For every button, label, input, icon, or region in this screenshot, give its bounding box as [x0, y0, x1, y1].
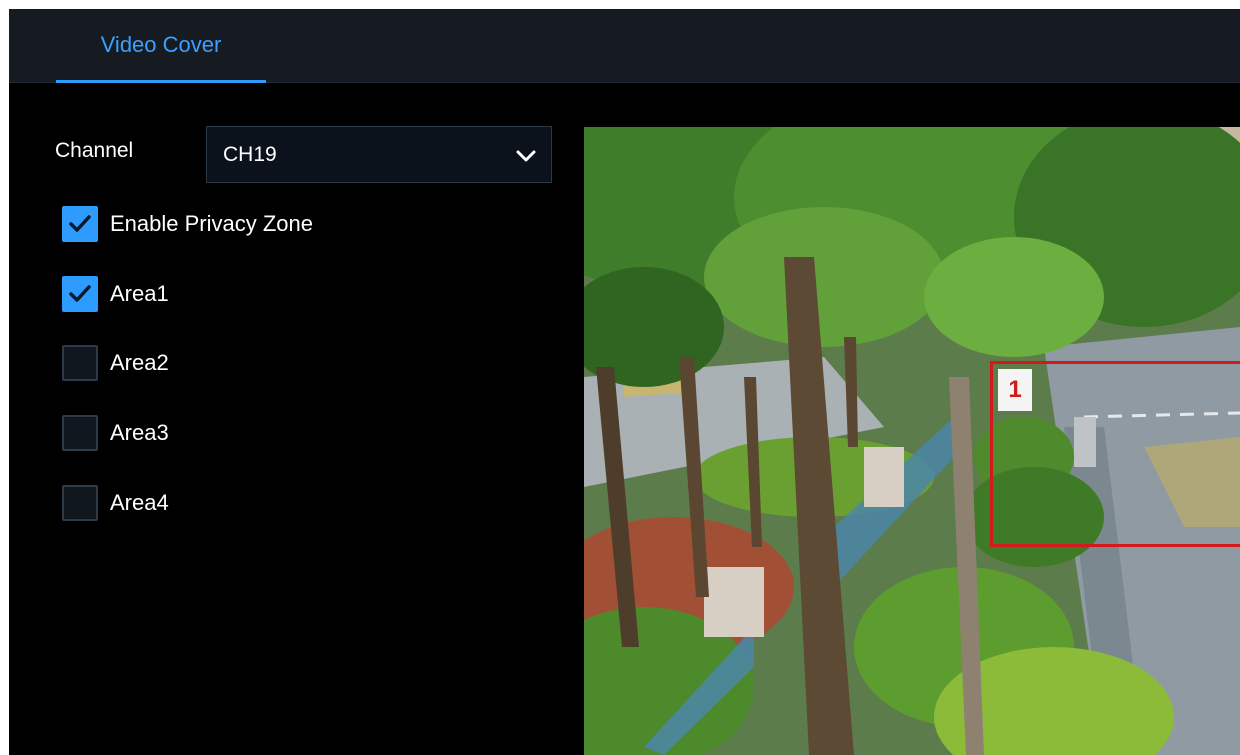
active-tab-indicator [56, 80, 266, 83]
privacy-zone-area1[interactable]: 1 [990, 361, 1240, 547]
tab-bar: Video Cover [9, 9, 1240, 83]
area2-checkbox[interactable] [62, 345, 98, 381]
area3-label: Area3 [110, 420, 169, 445]
camera-preview[interactable]: 1 [584, 127, 1240, 755]
area1-label: Area1 [110, 281, 169, 306]
checkmark-icon [69, 215, 91, 232]
enable-privacy-zone-label: Enable Privacy Zone [110, 211, 313, 236]
video-cover-window: Video Cover Channel CH19 Enable Privacy … [9, 9, 1240, 755]
privacy-zone-label: 1 [998, 369, 1032, 411]
area2-label: Area2 [110, 350, 169, 375]
channel-select-value: CH19 [223, 143, 277, 166]
channel-select[interactable]: CH19 [206, 126, 552, 183]
area4-checkbox[interactable] [62, 485, 98, 521]
tab-video-cover-label: Video Cover [100, 32, 222, 57]
area1-checkbox[interactable] [62, 276, 98, 312]
checkmark-icon [69, 285, 91, 302]
area4-label: Area4 [110, 490, 169, 515]
area3-checkbox[interactable] [62, 415, 98, 451]
chevron-down-icon [516, 150, 536, 162]
tab-video-cover[interactable]: Video Cover [56, 9, 266, 83]
channel-label: Channel [55, 139, 134, 162]
enable-privacy-zone-checkbox[interactable] [62, 206, 98, 242]
